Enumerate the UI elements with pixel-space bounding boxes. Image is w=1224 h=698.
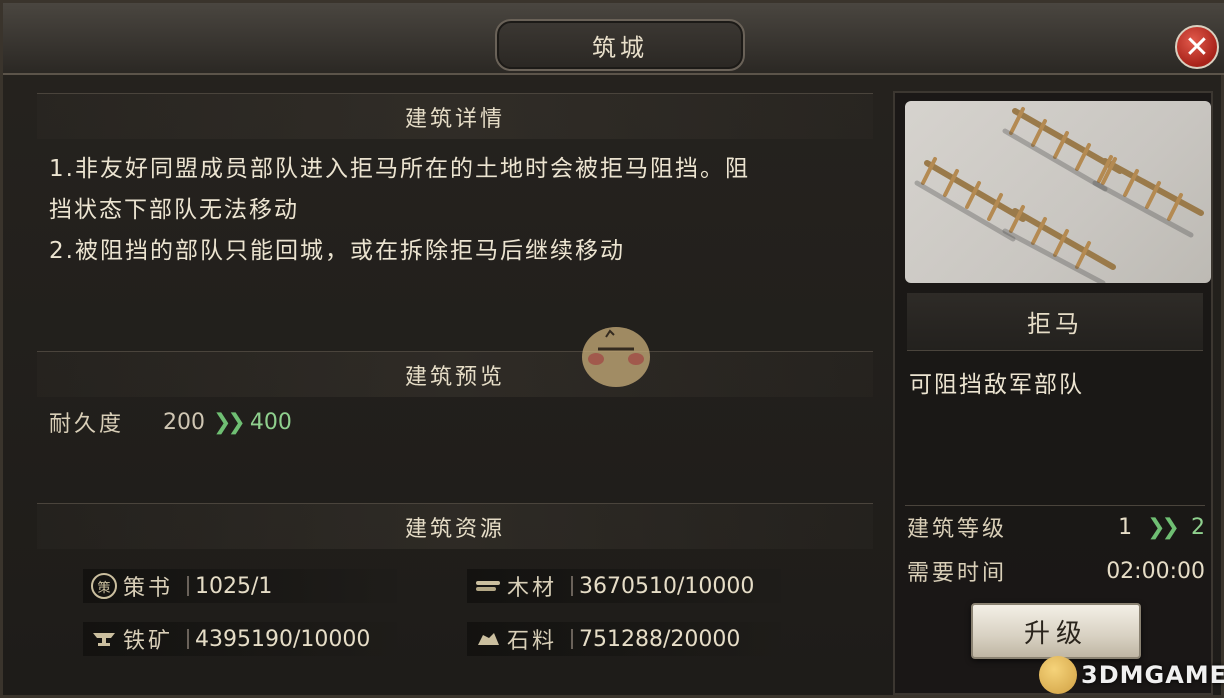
double-chevron-right-icon: ❯❯ (1147, 514, 1180, 540)
resource-iron: 铁矿 4395190/10000 (83, 622, 397, 656)
divider (905, 505, 1205, 506)
building-name: 拒马 (907, 293, 1203, 351)
barricade-illustration-icon (914, 107, 1204, 283)
details-text: 1.非友好同盟成员部队进入拒马所在的土地时会被拒马阻挡。阻 挡状态下部队无法移动… (49, 149, 869, 272)
resource-label: 石料 (507, 629, 558, 654)
separator (187, 576, 189, 596)
details-line: 挡状态下部队无法移动 (49, 197, 299, 223)
iron-anvil-icon (91, 626, 117, 652)
time-value: 02:00:00 (1106, 558, 1205, 584)
double-chevron-right-icon: ❯❯ (213, 409, 246, 435)
game-window: 筑城 ✕ 建筑详情 1.非友好同盟成员部队进入拒马所在的土地时会被拒马阻挡。阻 … (0, 0, 1224, 698)
resource-value: 751288/20000 (579, 626, 741, 652)
watermark-logo-icon (1039, 656, 1077, 694)
durability-current: 200 (163, 409, 205, 435)
details-header: 建筑详情 (37, 93, 873, 139)
resource-label: 策书 (123, 576, 174, 601)
resource-strategy-book: 策 策书 1025/1 (83, 569, 397, 603)
upgrade-button[interactable]: 升级 (971, 603, 1141, 659)
close-icon: ✕ (1184, 29, 1210, 65)
durability-row: 耐久度 200 ❯❯ 400 (49, 405, 292, 439)
close-button[interactable]: ✕ (1175, 25, 1219, 69)
resource-value: 3670510/10000 (579, 573, 755, 599)
separator (187, 629, 189, 649)
details-line: 2.被阻挡的部队只能回城，或在拆除拒马后继续移动 (49, 238, 625, 264)
wood-icon (475, 573, 501, 599)
building-description: 可阻挡敌军部队 (909, 372, 1084, 398)
resource-value: 4395190/10000 (195, 626, 371, 652)
level-current: 1 (1118, 514, 1133, 540)
level-values: 1 ❯❯ 2 (1118, 515, 1205, 540)
mascot-watermark-icon (568, 313, 664, 393)
building-info-panel: 拒马 可阻挡敌军部队 建筑等级 1 ❯❯ 2 需要时间 02:00:00 升级 (893, 91, 1213, 695)
stone-icon (475, 626, 501, 652)
preview-header: 建筑预览 (37, 351, 873, 397)
separator (571, 576, 573, 596)
details-line: 1.非友好同盟成员部队进入拒马所在的土地时会被拒马阻挡。阻 (49, 156, 750, 182)
strategy-book-icon: 策 (91, 573, 117, 599)
resource-label: 木材 (507, 576, 558, 601)
resource-value: 1025/1 (195, 573, 273, 599)
level-label: 建筑等级 (907, 517, 1008, 542)
building-image (905, 101, 1211, 283)
left-panel: 建筑详情 1.非友好同盟成员部队进入拒马所在的土地时会被拒马阻挡。阻 挡状态下部… (31, 91, 873, 695)
resources-header: 建筑资源 (37, 503, 873, 549)
resource-wood: 木材 3670510/10000 (467, 569, 781, 603)
level-row: 建筑等级 1 ❯❯ 2 (907, 509, 1205, 545)
title-bar: 筑城 ✕ (3, 3, 1224, 75)
time-label: 需要时间 (907, 561, 1008, 586)
durability-label: 耐久度 (49, 412, 125, 437)
time-row: 需要时间 02:00:00 (907, 553, 1205, 589)
durability-next: 400 (249, 409, 292, 435)
resource-label: 铁矿 (123, 629, 174, 654)
watermark-text: 3DMGAME (1081, 661, 1224, 689)
watermark: 3DMGAME (1039, 655, 1224, 695)
level-next: 2 (1191, 514, 1205, 540)
window-title: 筑城 (495, 19, 745, 71)
resource-stone: 石料 751288/20000 (467, 622, 781, 656)
separator (571, 629, 573, 649)
